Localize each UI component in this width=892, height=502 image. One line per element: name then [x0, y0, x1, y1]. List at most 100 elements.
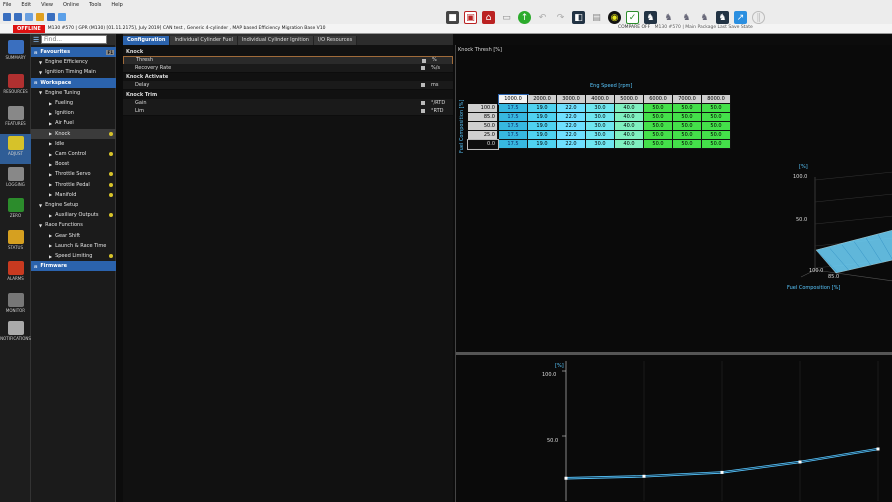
- tree-item-launch-race-time[interactable]: ▶ Launch & Race Time: [31, 241, 116, 251]
- modified-indicator-icon: [109, 192, 113, 197]
- tree-item-ignition[interactable]: ▶ Ignition: [31, 108, 116, 118]
- upload-icon[interactable]: ↑: [518, 11, 531, 24]
- menu-view[interactable]: View: [41, 2, 53, 8]
- menu-edit[interactable]: Edit: [21, 2, 31, 8]
- gauge4-icon[interactable]: ♞: [698, 11, 711, 24]
- rail-item-zero[interactable]: ZERO: [0, 196, 31, 226]
- tree-item-engine-tuning[interactable]: ▼ Engine Tuning: [31, 88, 116, 98]
- tree-leaf-icon: ▶: [49, 212, 53, 218]
- tree-item-auxiliary-outputs[interactable]: ▶ Auxiliary Outputs: [31, 210, 116, 220]
- save-icon[interactable]: [25, 12, 33, 21]
- tab-configuration[interactable]: Configuration: [123, 36, 171, 45]
- link-icon[interactable]: ↗: [734, 11, 747, 24]
- tree-item-label: Workspace: [40, 79, 72, 86]
- menu-online[interactable]: Online: [63, 2, 79, 8]
- redo-icon[interactable]: ↷: [554, 11, 567, 24]
- rail-item-monitor[interactable]: MONITOR: [0, 291, 31, 321]
- tree-item-fueling[interactable]: ▶ Fueling: [31, 98, 116, 108]
- modified-indicator-icon: [109, 182, 113, 187]
- rail-item-summary[interactable]: SUMMARY: [0, 38, 31, 68]
- tree-item-label: Engine Tuning: [45, 89, 81, 96]
- tree-item-air-fuel[interactable]: ▶ Air Fuel: [31, 118, 116, 128]
- hamburger-icon[interactable]: ☰: [33, 36, 41, 44]
- status-icon: [7, 230, 24, 244]
- tree-item-ignition-timing-main[interactable]: ▼ Ignition Timing Main: [31, 67, 116, 77]
- open-icon[interactable]: [14, 12, 22, 21]
- tree-item-label: Speed Limiting: [55, 253, 93, 259]
- tab-individual-cylinder-fuel[interactable]: Individual Cylinder Fuel: [170, 36, 238, 45]
- tree-item-workspace[interactable]: ⊟ Workspace: [31, 77, 116, 88]
- rail-item-status[interactable]: STATUS: [0, 228, 31, 258]
- tree-item-engine-efficiency[interactable]: ▼ Engine Efficiency: [31, 57, 116, 67]
- rail-item-logging[interactable]: LOGGING: [0, 165, 31, 195]
- tree-item-firmware[interactable]: ⊟ Firmware: [31, 261, 116, 272]
- favourite-icon[interactable]: [36, 12, 44, 21]
- export-icon[interactable]: ▣: [464, 11, 477, 24]
- table-toggle-icon[interactable]: [421, 100, 425, 105]
- tree-item-cam-control[interactable]: ▶ Cam Control: [31, 149, 116, 159]
- tree-item-boost[interactable]: ▶ Boost: [31, 159, 116, 169]
- pause-icon[interactable]: ∥: [752, 11, 765, 24]
- config-label: Lim: [135, 108, 145, 115]
- gauge5-icon[interactable]: ♞: [716, 11, 729, 24]
- offline-badge[interactable]: OFFLINE: [13, 24, 45, 33]
- menu-help[interactable]: Help: [111, 2, 122, 8]
- tab-individual-cylinder-ignition[interactable]: Individual Cylinder Ignition: [237, 36, 314, 45]
- tree-item-idle[interactable]: ▶ Idle: [31, 139, 116, 149]
- rail-item-label: FEATURES: [5, 121, 26, 126]
- tree-leaf-icon: ▶: [49, 100, 53, 106]
- tree-leaf-icon: ▶: [49, 120, 53, 126]
- menu-tools[interactable]: Tools: [89, 2, 101, 8]
- compare-icon[interactable]: [47, 12, 55, 21]
- surface-grid-line: [814, 171, 892, 181]
- toolbar: ■ ▣ ⌂ ▭ ↑ ↶ ↷ ◧ ▤ ◉ ✓ ♞ ♞ ♞ ♞ ♞ ↗ ∥: [0, 9, 892, 24]
- rail-item-features[interactable]: FEATURES: [0, 104, 31, 134]
- compare-status[interactable]: COMPARE OFF M130 #570 | Main Package Las…: [618, 25, 753, 30]
- gauge-icon[interactable]: ♞: [644, 11, 657, 24]
- gauge2-icon[interactable]: ♞: [662, 11, 675, 24]
- new-icon[interactable]: [3, 12, 11, 21]
- rail-item-resources[interactable]: RESOURCES: [0, 72, 31, 102]
- zero-toolbar-icon[interactable]: ◉: [608, 11, 621, 24]
- config-label: Recovery Rate: [135, 65, 172, 72]
- config-unit: %: [432, 57, 437, 64]
- surface-plot[interactable]: [456, 45, 892, 352]
- apply-icon[interactable]: ✓: [626, 11, 639, 24]
- tree-item-engine-setup[interactable]: ▼ Engine Setup: [31, 200, 116, 210]
- rail-item-label: STATUS: [7, 245, 23, 250]
- find-input[interactable]: [41, 35, 107, 44]
- refresh-icon[interactable]: [58, 12, 66, 21]
- table-toggle-icon[interactable]: [421, 83, 425, 88]
- save-toolbar-icon[interactable]: ▭: [500, 11, 513, 24]
- tree-item-throttle-servo[interactable]: ▶ Throttle Servo: [31, 169, 116, 179]
- config-param-lim[interactable]: Lim °RTD: [123, 107, 453, 117]
- tree-item-throttle-pedal[interactable]: ▶ Throttle Pedal: [31, 180, 116, 190]
- tree-item-speed-limiting[interactable]: ▶ Speed Limiting: [31, 251, 116, 261]
- home-icon[interactable]: ⌂: [482, 11, 495, 24]
- table-toggle-icon[interactable]: [422, 58, 426, 63]
- rail-item-notifications[interactable]: NOTIFICATIONS: [0, 319, 31, 349]
- tab-i-o-resources[interactable]: I/O Resources: [313, 36, 358, 45]
- gauge3-icon[interactable]: ♞: [680, 11, 693, 24]
- line-chart[interactable]: [456, 355, 892, 502]
- tree-leaf-icon: ▶: [49, 151, 53, 157]
- lock-icon[interactable]: ◧: [572, 11, 585, 24]
- ecu-info: M130 #570 | GPR (M130) [01.11.2175], Jul…: [47, 26, 326, 31]
- tree-item-knock[interactable]: ▶ Knock: [31, 128, 116, 139]
- surface-x-tick-1: 85.0: [828, 274, 840, 280]
- table-toggle-icon[interactable]: [421, 109, 425, 114]
- tree-item-gear-shift[interactable]: ▶ Gear Shift: [31, 231, 116, 241]
- table-toggle-icon[interactable]: [421, 66, 425, 71]
- rail-item-alarms[interactable]: ALARMS: [0, 259, 31, 289]
- menu-file[interactable]: File: [3, 2, 11, 8]
- package-icon[interactable]: ■: [446, 11, 459, 24]
- config-unit: °/RTD: [431, 99, 446, 106]
- config-label: Gain: [135, 99, 147, 106]
- undo-icon[interactable]: ↶: [536, 11, 549, 24]
- tree-item-manifold[interactable]: ▶ Manifold: [31, 190, 116, 200]
- send-icon[interactable]: ▤: [590, 11, 603, 24]
- tree-item-favourites[interactable]: ⊟ Favourites F1: [31, 47, 116, 57]
- rail-item-adjust[interactable]: ADJUST: [0, 134, 31, 164]
- tree-item-race-functions[interactable]: ▼ Race Functions: [31, 220, 116, 230]
- status-bar: OFFLINE M130 #570 | GPR (M130) [01.11.21…: [0, 24, 892, 34]
